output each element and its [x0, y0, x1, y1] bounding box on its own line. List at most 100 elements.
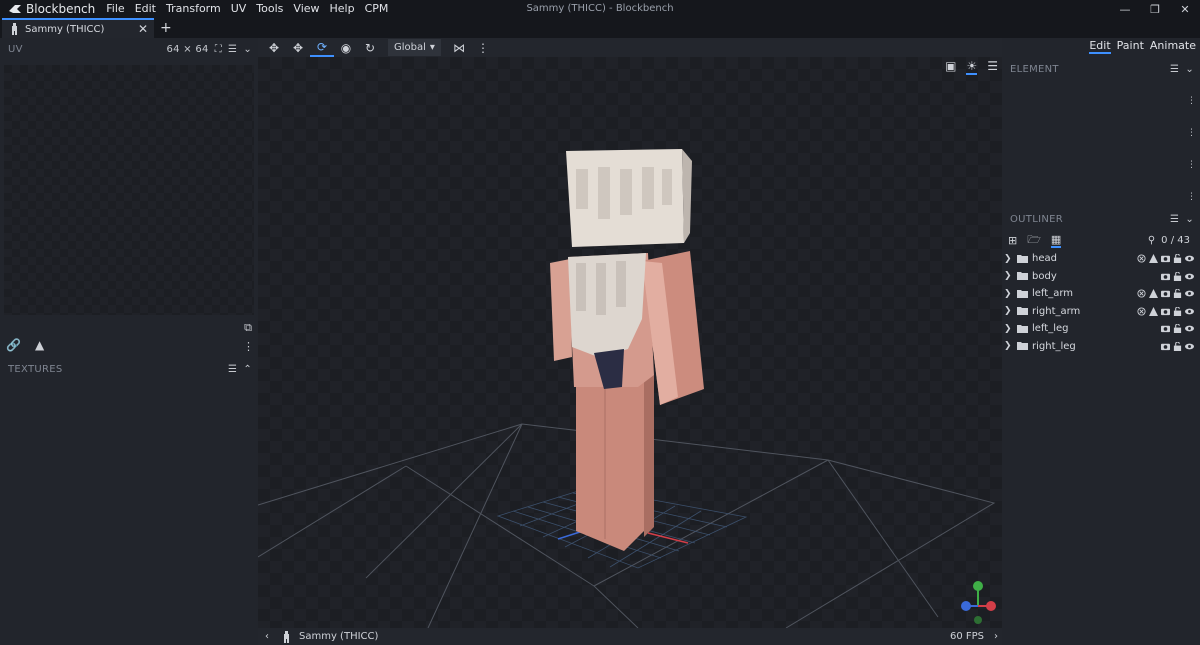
chevron-right-icon[interactable]: ❯	[1004, 289, 1014, 299]
menu-lines-icon[interactable]: ☰	[1170, 64, 1179, 75]
floor-line	[405, 465, 595, 587]
uv-editor-canvas[interactable]	[4, 65, 254, 315]
mode-animate[interactable]: Animate	[1150, 39, 1196, 54]
rotate-tool-icon[interactable]: ⟳	[310, 38, 334, 57]
render-toggle-icon[interactable]	[1161, 289, 1170, 298]
chevron-right-icon[interactable]: ❯	[1004, 306, 1014, 316]
shading-toggle-icon[interactable]	[1149, 306, 1158, 316]
menu-transform[interactable]: Transform	[161, 0, 226, 18]
vertex-tool-icon[interactable]: ↻	[358, 38, 382, 57]
render-toggle-icon[interactable]	[1161, 272, 1170, 281]
fullscreen-icon[interactable]: ⛶	[215, 44, 222, 55]
render-toggle-icon[interactable]	[1161, 342, 1170, 351]
lock-icon[interactable]	[1173, 306, 1182, 316]
render-toggle-icon[interactable]	[1161, 324, 1170, 333]
chevron-down-icon[interactable]: ⌄	[1185, 214, 1194, 225]
uv-size-label[interactable]: 64 ⨯ 64	[166, 44, 208, 55]
player-model-icon	[284, 630, 289, 643]
transform-space-select[interactable]: Global ▾	[388, 39, 441, 56]
export-toggle-icon[interactable]	[1137, 307, 1146, 316]
new-tab-button[interactable]: +	[160, 18, 172, 38]
status-model-name: Sammy (THICC)	[299, 631, 379, 642]
link-icon[interactable]: 🔗	[6, 338, 21, 352]
lock-icon[interactable]	[1173, 324, 1182, 334]
group-name: body	[1032, 270, 1057, 282]
chevron-right-icon[interactable]: ❯	[1004, 271, 1014, 281]
render-toggle-icon[interactable]	[1161, 307, 1170, 316]
shading-toggle-icon[interactable]	[1149, 254, 1158, 264]
menu-lines-icon[interactable]: ☰	[987, 59, 998, 75]
copy-icon[interactable]: ⧉	[244, 321, 252, 335]
menu-lines-icon[interactable]: ☰	[228, 364, 237, 375]
eye-icon[interactable]	[1185, 324, 1194, 333]
render-toggle-icon[interactable]	[1161, 254, 1170, 263]
close-tab-icon[interactable]: ✕	[138, 22, 148, 36]
mode-paint[interactable]: Paint	[1117, 39, 1144, 54]
screenshot-icon[interactable]: ▣	[945, 59, 956, 75]
vertex-snap-icon[interactable]: ✥	[262, 38, 286, 57]
more-options-icon[interactable]: ⋮	[471, 38, 495, 57]
minimize-icon[interactable]: —	[1110, 0, 1140, 18]
shading-toggle-icon[interactable]	[1149, 289, 1158, 299]
eye-icon[interactable]	[1185, 307, 1194, 316]
triangle-icon[interactable]: ▲	[35, 338, 44, 352]
chevron-right-icon[interactable]: ❯	[1004, 324, 1014, 334]
chevron-down-icon[interactable]: ⌄	[1185, 64, 1194, 75]
more-options-icon[interactable]: ⋮	[1187, 160, 1196, 170]
player-model	[550, 149, 704, 551]
lock-icon[interactable]	[1173, 289, 1182, 299]
move-tool-icon[interactable]: ✥	[286, 38, 310, 57]
chevron-right-icon[interactable]: ❯	[1004, 254, 1014, 264]
eye-icon[interactable]	[1185, 272, 1194, 281]
axis-gizmo[interactable]	[961, 581, 996, 624]
chevron-left-icon[interactable]: ‹	[260, 631, 274, 642]
more-options-icon[interactable]: ⋮	[1187, 128, 1196, 138]
menu-help[interactable]: Help	[325, 0, 360, 18]
tab-project[interactable]: Sammy (THICC) ✕	[2, 18, 154, 38]
mode-edit[interactable]: Edit	[1089, 39, 1111, 54]
outliner-group-row[interactable]: ❯ left_arm	[1002, 285, 1200, 303]
chevron-down-icon[interactable]: ⌄	[243, 44, 252, 55]
close-icon[interactable]: ✕	[1170, 0, 1200, 18]
eye-icon[interactable]	[1185, 342, 1194, 351]
toggle-options-icon[interactable]: ▦	[1050, 233, 1062, 248]
lock-icon[interactable]	[1173, 271, 1182, 281]
outliner-group-row[interactable]: ❯ head	[1002, 250, 1200, 268]
menu-tools[interactable]: Tools	[251, 0, 288, 18]
menu-uv[interactable]: UV	[226, 0, 252, 18]
more-options-icon[interactable]: ⋮	[1187, 192, 1196, 202]
outliner-group-row[interactable]: ❯ right_leg	[1002, 338, 1200, 356]
menu-cpm[interactable]: CPM	[360, 0, 394, 18]
menu-lines-icon[interactable]: ☰	[228, 44, 237, 55]
menu-edit[interactable]: Edit	[130, 0, 161, 18]
pivot-tool-icon[interactable]: ◉	[334, 38, 358, 57]
chevron-up-icon[interactable]: ⌃	[243, 364, 252, 375]
add-group-icon[interactable]: 🗁	[1027, 231, 1041, 250]
left-sidebar: UV 64 ⨯ 64 ⛶ ☰ ⌄ ⧉ 🔗 ▲ ⋮ TEXTURES ☰ ⌃	[0, 38, 258, 645]
fps-counter: 60 FPS	[949, 631, 984, 642]
lock-icon[interactable]	[1173, 341, 1182, 351]
more-options-icon[interactable]: ⋮	[1187, 96, 1196, 106]
group-toggles	[1137, 306, 1194, 316]
export-toggle-icon[interactable]	[1137, 289, 1146, 298]
toggle-mirror-icon[interactable]: ⋈	[447, 38, 471, 57]
outliner-group-row[interactable]: ❯ body	[1002, 268, 1200, 286]
more-options-icon[interactable]: ⋮	[243, 340, 254, 353]
restore-icon[interactable]: ❐	[1140, 0, 1170, 18]
3d-scene[interactable]: ▣ ☀ ☰	[258, 57, 1002, 628]
menu-lines-icon[interactable]: ☰	[1170, 214, 1179, 225]
floor-line	[258, 465, 407, 558]
add-cube-icon[interactable]: ⊞	[1008, 234, 1017, 247]
export-toggle-icon[interactable]	[1137, 254, 1146, 263]
lock-icon[interactable]	[1173, 254, 1182, 264]
eye-icon[interactable]	[1185, 254, 1194, 263]
eye-icon[interactable]	[1185, 289, 1194, 298]
menu-file[interactable]: File	[101, 0, 129, 18]
outliner-group-row[interactable]: ❯ left_leg	[1002, 320, 1200, 338]
search-icon[interactable]: ⚲	[1148, 235, 1155, 246]
menu-view[interactable]: View	[288, 0, 324, 18]
chevron-right-icon[interactable]: ›	[994, 631, 998, 642]
lighting-icon[interactable]: ☀	[966, 59, 978, 75]
outliner-group-row[interactable]: ❯ right_arm	[1002, 303, 1200, 321]
chevron-right-icon[interactable]: ❯	[1004, 341, 1014, 351]
